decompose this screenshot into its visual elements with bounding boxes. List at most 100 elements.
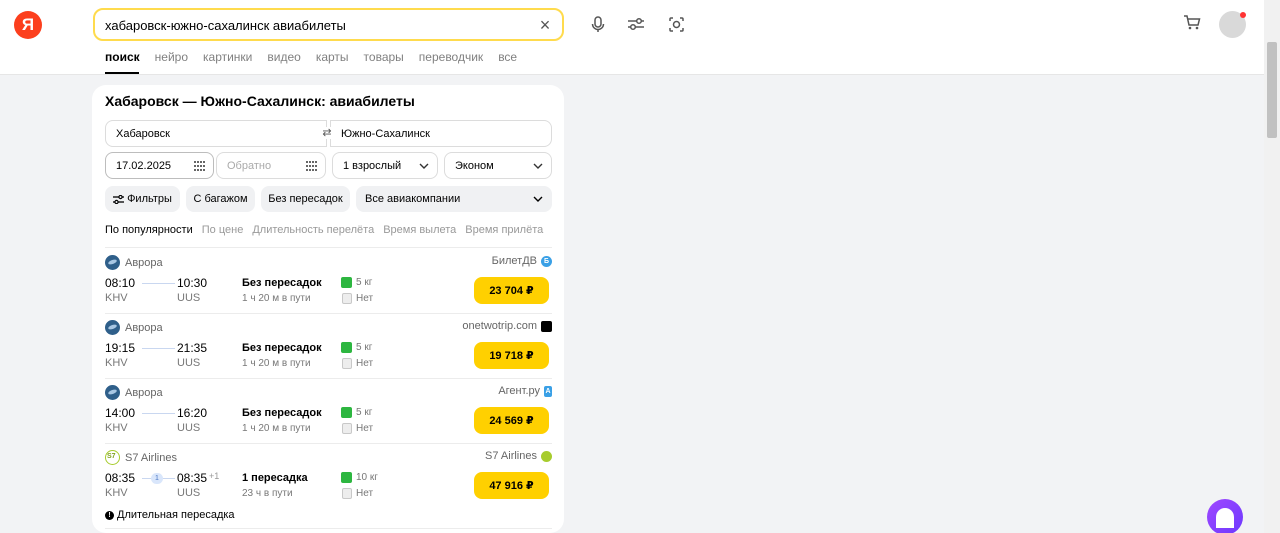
agency[interactable]: Агент.ру A	[498, 385, 552, 397]
flight-duration: 1 ч 20 м в пути	[242, 293, 311, 304]
info-icon: !	[105, 510, 114, 520]
tab-search[interactable]: поиск	[105, 50, 140, 64]
luggage-icon	[341, 342, 352, 353]
passengers-value: 1 взрослый	[343, 159, 402, 172]
departure-code: KHV	[105, 357, 128, 369]
tab-all[interactable]: все	[498, 50, 517, 64]
baggage-chip[interactable]: С багажом	[186, 186, 255, 212]
swap-icon[interactable]: ⇄	[321, 127, 333, 139]
hand-luggage: 5 кг	[356, 407, 373, 418]
departure-time: 08:10	[105, 276, 136, 290]
airline: Аврора	[105, 385, 163, 400]
class-value: Эконом	[455, 159, 494, 172]
agency[interactable]: S7 Airlines	[485, 450, 552, 462]
filters-button[interactable]: Фильтры	[105, 186, 180, 212]
flight-row[interactable]: Аврора БилетДВ Б 08:10 KHV 10:30 UUS Без…	[105, 248, 552, 313]
baggage-label: С багажом	[193, 193, 248, 205]
tab-products[interactable]: товары	[364, 50, 404, 64]
sort-popularity[interactable]: По популярности	[105, 224, 193, 236]
flight-row[interactable]: S7 S7 Airlines S7 Airlines 08:35 KHV 1 0…	[105, 443, 552, 528]
price-button[interactable]: 47 916 ₽	[474, 472, 549, 499]
s7-agency-icon	[541, 450, 552, 462]
luggage-icon	[341, 472, 352, 483]
sort-duration[interactable]: Длительность перелёта	[252, 224, 374, 236]
divider	[105, 528, 552, 529]
departure-code: KHV	[105, 292, 128, 304]
search-box[interactable]: ×	[93, 8, 564, 41]
tab-neuro[interactable]: нейро	[155, 50, 188, 64]
agency-name: БилетДВ	[491, 255, 537, 267]
arrival-time: 21:35	[177, 341, 208, 355]
class-select[interactable]: Эконом	[444, 152, 552, 179]
price-button[interactable]: 24 569 ₽	[474, 407, 549, 434]
chevron-down-icon	[419, 163, 429, 169]
close-icon[interactable]: ×	[536, 16, 554, 34]
price-button[interactable]: 23 704 ₽	[474, 277, 549, 304]
flight-row[interactable]: Аврора onetwotrip.com 19:15 KHV 21:35 UU…	[105, 313, 552, 378]
scrollbar-thumb[interactable]	[1267, 42, 1277, 138]
active-tab-underline	[105, 72, 139, 74]
airline-name: Аврора	[125, 386, 163, 399]
passengers-select[interactable]: 1 взрослый	[332, 152, 438, 179]
cart-icon[interactable]	[1183, 14, 1203, 34]
stops-info: Без пересадок	[242, 407, 322, 419]
stops-info: 1 пересадка	[242, 472, 308, 484]
price-label: 19 718 ₽	[489, 350, 534, 362]
stops-info: Без пересадок	[242, 342, 322, 354]
from-value: Хабаровск	[116, 127, 170, 140]
baggage-icon	[342, 293, 352, 304]
widget-title: Хабаровск — Южно-Сахалинск: авиабилеты	[105, 93, 415, 109]
arrival-time: 16:20	[177, 406, 208, 420]
sliders-icon[interactable]	[626, 14, 646, 34]
tab-video[interactable]: видео	[267, 50, 300, 64]
sort-price[interactable]: По цене	[202, 224, 244, 236]
sort-arrival[interactable]: Время прилёта	[465, 224, 543, 236]
return-date-field[interactable]: Обратно	[216, 152, 326, 179]
arrival-time: 08:35	[177, 471, 208, 485]
baggage-icon	[342, 423, 352, 434]
filters-label: Фильтры	[127, 193, 172, 205]
alice-assistant-icon[interactable]	[1207, 499, 1243, 533]
checked-baggage: Нет	[356, 358, 374, 369]
agency[interactable]: onetwotrip.com	[462, 320, 552, 332]
route-line	[142, 413, 175, 414]
long-layover-warning: ! Длительная пересадка	[105, 509, 235, 521]
search-input[interactable]	[105, 16, 525, 34]
nonstop-label: Без пересадок	[268, 193, 343, 205]
agency-name: S7 Airlines	[485, 450, 537, 462]
airline: Аврора	[105, 255, 163, 270]
flight-row[interactable]: Аврора Агент.ру A 14:00 KHV 16:20 UUS Бе…	[105, 378, 552, 443]
airline-name: Аврора	[125, 256, 163, 269]
airlines-select[interactable]: Все авиакомпании	[356, 186, 552, 212]
price-button[interactable]: 19 718 ₽	[474, 342, 549, 369]
chevron-down-icon	[533, 163, 543, 169]
flight-duration: 1 ч 20 м в пути	[242, 358, 311, 369]
tab-translator[interactable]: переводчик	[419, 50, 483, 64]
route-line	[142, 283, 175, 284]
flight-duration: 23 ч в пути	[242, 488, 293, 499]
luggage-icon	[341, 277, 352, 288]
arrival-code: UUS	[177, 487, 201, 499]
yandex-logo[interactable]: Я	[14, 11, 42, 39]
calendar-icon	[306, 161, 317, 171]
sort-departure[interactable]: Время вылета	[383, 224, 456, 236]
notification-dot	[1240, 12, 1246, 18]
stop-count-badge: 1	[151, 473, 163, 484]
to-value: Южно-Сахалинск	[341, 127, 430, 140]
tab-images[interactable]: картинки	[203, 50, 252, 64]
tab-maps[interactable]: карты	[316, 50, 349, 64]
from-field[interactable]: Хабаровск	[105, 120, 327, 147]
price-label: 23 704 ₽	[489, 285, 534, 297]
flight-duration: 1 ч 20 м в пути	[242, 423, 311, 434]
to-field[interactable]: Южно-Сахалинск	[330, 120, 552, 147]
microphone-icon[interactable]	[588, 14, 608, 34]
hand-luggage: 5 кг	[356, 277, 373, 288]
sort-options: По популярности По цене Длительность пер…	[105, 224, 543, 236]
agency[interactable]: БилетДВ Б	[492, 255, 552, 267]
chevron-down-icon	[533, 196, 543, 202]
checked-baggage: Нет	[356, 293, 374, 304]
camera-lens-icon[interactable]	[666, 14, 686, 34]
hand-luggage: 10 кг	[356, 472, 378, 483]
nonstop-chip[interactable]: Без пересадок	[261, 186, 350, 212]
date-field[interactable]: 17.02.2025	[105, 152, 214, 179]
